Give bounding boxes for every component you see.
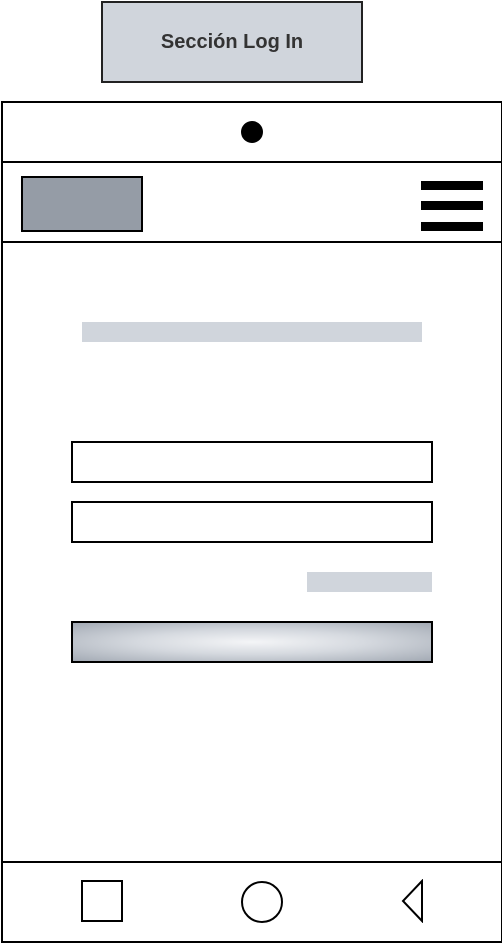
camera-icon: [241, 121, 263, 143]
phone-frame: [1, 101, 502, 943]
circle-home-icon[interactable]: [241, 881, 283, 923]
section-title-box: Sección Log In: [101, 1, 363, 83]
hamburger-menu-icon[interactable]: [421, 181, 483, 231]
status-bar-divider: [3, 161, 501, 163]
username-field[interactable]: [71, 441, 433, 483]
section-title: Sección Log In: [160, 30, 304, 53]
password-field[interactable]: [71, 501, 433, 543]
forgot-password-link-placeholder[interactable]: [307, 572, 432, 592]
login-button[interactable]: [71, 621, 433, 663]
logo-placeholder[interactable]: [21, 176, 143, 232]
header-divider: [3, 241, 501, 243]
navbar-divider: [3, 861, 501, 863]
login-heading-placeholder: [82, 322, 422, 342]
triangle-back-icon[interactable]: [401, 879, 425, 923]
square-recent-apps-icon[interactable]: [81, 880, 123, 922]
